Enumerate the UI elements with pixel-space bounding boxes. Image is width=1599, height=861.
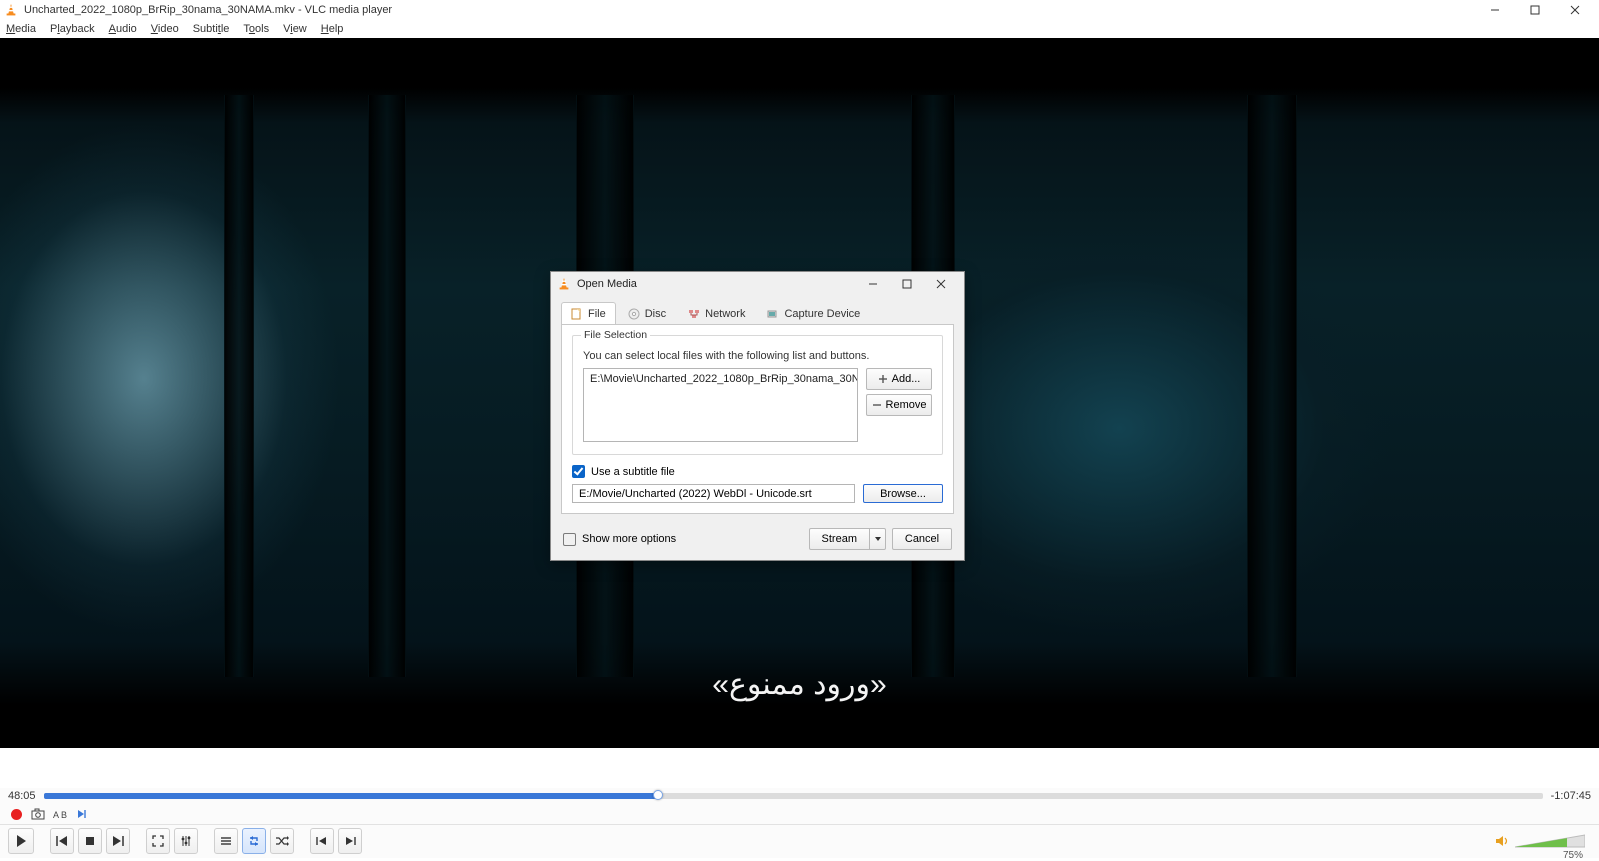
window-titlebar: Uncharted_2022_1080p_BrRip_30nama_30NAMA… — [0, 0, 1599, 20]
maximize-button[interactable] — [1515, 0, 1555, 20]
use-subtitle-checkbox[interactable] — [572, 465, 585, 478]
subtitle-text: «ورود ممنوع» — [0, 667, 1599, 702]
faster-button[interactable] — [338, 828, 362, 854]
video-viewport[interactable]: «ورود ممنوع» Open Media File Disc Networ… — [0, 38, 1599, 748]
menu-audio[interactable]: Audio — [109, 23, 137, 35]
sliders-icon — [180, 835, 192, 847]
chevron-down-icon — [874, 535, 882, 543]
play-button[interactable] — [8, 828, 34, 854]
advanced-toolbar: AB — [0, 804, 1599, 824]
open-media-dialog: Open Media File Disc Network Capture Dev… — [550, 271, 965, 561]
close-button[interactable] — [1555, 0, 1595, 20]
transport-toolbar: 75% — [0, 824, 1599, 858]
show-more-options-checkbox[interactable] — [563, 533, 576, 546]
record-button[interactable] — [8, 806, 24, 822]
snapshot-button[interactable] — [30, 806, 46, 822]
slower-button[interactable] — [310, 828, 334, 854]
svg-text:A: A — [53, 810, 59, 820]
playlist-button[interactable] — [214, 828, 238, 854]
fullscreen-icon — [152, 835, 164, 847]
menu-playback[interactable]: Playback — [50, 23, 95, 35]
speaker-icon[interactable] — [1495, 834, 1509, 848]
vlc-cone-icon — [4, 3, 18, 17]
use-subtitle-label: Use a subtitle file — [591, 466, 675, 478]
file-selection-legend: File Selection — [581, 329, 650, 341]
volume-percent: 75% — [1563, 850, 1583, 861]
play-icon — [15, 834, 27, 848]
add-button[interactable]: Add... — [866, 368, 932, 390]
menu-media[interactable]: Media — [6, 23, 36, 35]
cancel-button[interactable]: Cancel — [892, 528, 952, 550]
fullscreen-button[interactable] — [146, 828, 170, 854]
browse-button[interactable]: Browse... — [863, 484, 943, 503]
stop-button[interactable] — [78, 828, 102, 854]
vlc-cone-icon — [557, 277, 571, 291]
loop-ab-button[interactable]: AB — [52, 806, 68, 822]
shuffle-icon — [275, 835, 289, 847]
remaining-time[interactable]: -1:07:45 — [1551, 790, 1591, 802]
menu-help[interactable]: Help — [321, 23, 344, 35]
loop-ab-icon: AB — [53, 808, 67, 820]
file-selection-group: File Selection You can select local file… — [572, 335, 943, 455]
remove-button[interactable]: Remove — [866, 394, 932, 416]
previous-button[interactable] — [50, 828, 74, 854]
file-list-item[interactable]: E:\Movie\Uncharted_2022_1080p_BrRip_30na… — [590, 373, 851, 385]
file-icon — [571, 308, 583, 320]
loop-button[interactable] — [242, 828, 266, 854]
camera-icon — [31, 808, 45, 820]
capture-icon — [767, 308, 779, 320]
dialog-titlebar[interactable]: Open Media — [551, 272, 964, 296]
tab-disc[interactable]: Disc — [618, 302, 676, 324]
extended-settings-button[interactable] — [174, 828, 198, 854]
skip-forward-icon — [111, 835, 125, 847]
tab-network[interactable]: Network — [678, 302, 755, 324]
loop-icon — [247, 835, 261, 847]
skip-back-icon — [55, 835, 69, 847]
next-button[interactable] — [106, 828, 130, 854]
shuffle-button[interactable] — [270, 828, 294, 854]
dialog-body: File Selection You can select local file… — [561, 324, 954, 514]
control-bar: 48:05 -1:07:45 AB — [0, 788, 1599, 858]
file-selection-hint: You can select local files with the foll… — [583, 350, 932, 362]
rewind-icon — [315, 835, 329, 847]
stream-button[interactable]: Stream — [809, 528, 870, 550]
menu-bar: Media Playback Audio Video Subtitle Tool… — [0, 20, 1599, 38]
dialog-title: Open Media — [577, 278, 637, 290]
menu-tools[interactable]: Tools — [243, 23, 269, 35]
minimize-button[interactable] — [1475, 0, 1515, 20]
dialog-minimize-button[interactable] — [856, 273, 890, 295]
dialog-close-button[interactable] — [924, 273, 958, 295]
network-icon — [688, 308, 700, 320]
seek-progress — [44, 793, 659, 799]
seek-handle[interactable] — [653, 790, 663, 800]
elapsed-time[interactable]: 48:05 — [8, 790, 36, 802]
dialog-maximize-button[interactable] — [890, 273, 924, 295]
frame-step-icon — [76, 808, 88, 820]
menu-video[interactable]: Video — [151, 23, 179, 35]
stop-icon — [85, 836, 95, 846]
window-title: Uncharted_2022_1080p_BrRip_30nama_30NAMA… — [24, 4, 392, 16]
file-list[interactable]: E:\Movie\Uncharted_2022_1080p_BrRip_30na… — [583, 368, 858, 442]
svg-text:B: B — [61, 810, 67, 820]
tab-capture[interactable]: Capture Device — [757, 302, 870, 324]
seek-slider[interactable] — [44, 793, 1543, 799]
disc-icon — [628, 308, 640, 320]
volume-control: 75% — [1495, 833, 1591, 849]
stream-dropdown-arrow[interactable] — [870, 528, 886, 550]
subtitle-path-input[interactable] — [572, 484, 855, 503]
stream-split-button[interactable]: Stream — [809, 528, 886, 550]
fastforward-icon — [343, 835, 357, 847]
volume-slider[interactable]: 75% — [1515, 833, 1585, 849]
plus-icon — [878, 374, 888, 384]
dialog-tabs: File Disc Network Capture Device — [551, 296, 964, 324]
menu-view[interactable]: View — [283, 23, 307, 35]
record-icon — [11, 809, 22, 820]
frame-step-button[interactable] — [74, 806, 90, 822]
menu-subtitle[interactable]: Subtitle — [193, 23, 230, 35]
use-subtitle-row: Use a subtitle file — [572, 465, 943, 478]
playlist-icon — [220, 835, 232, 847]
show-more-options-label: Show more options — [582, 533, 676, 545]
tab-file[interactable]: File — [561, 302, 616, 324]
minus-icon — [872, 400, 882, 410]
